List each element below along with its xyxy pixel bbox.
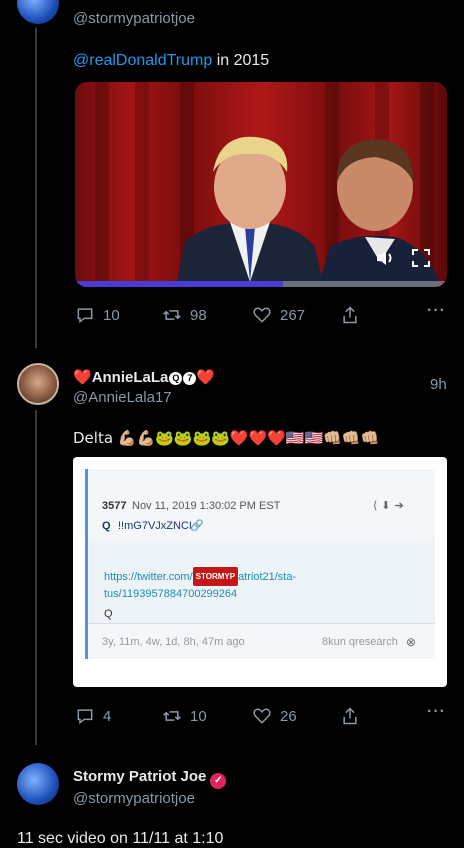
- tweet3-author-name[interactable]: Stormy Patriot Joe ✓: [73, 768, 227, 789]
- post-author: Q: [102, 520, 111, 532]
- tweet1-text-rest: in 2015: [212, 52, 270, 69]
- mention-link[interactable]: @realDonaldTrump: [73, 52, 212, 69]
- card-url[interactable]: https://twitter.com/STORMYP atriot21/sta-…: [104, 567, 296, 603]
- share-button-2[interactable]: [340, 706, 360, 726]
- card-inner: 3577 Nov 11, 2019 1:30:02 PM EST Q !!mG7…: [85, 469, 435, 659]
- reply-button[interactable]: 10: [75, 305, 120, 325]
- close-icon[interactable]: ⊗: [406, 635, 416, 649]
- tweet2-handle[interactable]: @AnnieLala17: [73, 389, 172, 406]
- reply-icon: [77, 709, 93, 725]
- like-count-2: 26: [280, 707, 297, 725]
- tweet2-text: Delta 💪🏼💪🏼🐸🐸🐸🐸❤️❤️❤️🇺🇸🇺🇸👊🏼👊🏼👊🏼: [73, 429, 380, 447]
- heart-icon: [253, 307, 271, 323]
- thread-line-middle: [35, 410, 37, 745]
- post-number: 3577: [102, 500, 127, 512]
- tweet3-text: 11 sec video on 11/11 at 1:10: [17, 830, 224, 847]
- tweet1-handle[interactable]: @stormypatriotjoe: [73, 10, 195, 27]
- retweet-icon: [163, 310, 181, 320]
- retweet-button-2[interactable]: 10: [162, 706, 207, 726]
- retweet-icon: [163, 711, 181, 721]
- video-progress-fill: [75, 281, 284, 287]
- share-icon: [343, 306, 357, 324]
- tweet3-handle[interactable]: @stormypatriotjoe: [73, 790, 195, 807]
- heart-icon: [253, 708, 271, 724]
- tweet2-time[interactable]: 9h: [430, 376, 447, 393]
- avatar-stormy-bottom[interactable]: [17, 763, 59, 805]
- retweet-count: 98: [190, 306, 207, 324]
- reply-count: 10: [103, 306, 120, 324]
- tweet2-author-name[interactable]: ❤️AnnieLaLa Q 7 ❤️: [73, 368, 215, 386]
- tweet2-name-text: AnnieLaLa: [91, 369, 169, 386]
- reply-icon: [77, 308, 93, 324]
- badge-7: 7: [183, 372, 197, 385]
- share-button[interactable]: [340, 305, 360, 325]
- card-action-icons[interactable]: ⟨⬇➔: [373, 499, 408, 512]
- reply-count-2: 4: [103, 707, 112, 725]
- stormyp-badge: STORMYP: [192, 567, 239, 586]
- video-progress-bar[interactable]: [75, 281, 447, 287]
- post-tripcode: !!mG7VJxZNCI: [118, 520, 192, 532]
- like-count: 267: [280, 306, 306, 324]
- thread-line-top: [35, 28, 37, 348]
- tweet1-text: @realDonaldTrump in 2015: [73, 52, 269, 70]
- more-options-button[interactable]: ···: [427, 302, 446, 320]
- tweet3-name-text: Stormy Patriot Joe: [73, 768, 207, 785]
- like-button[interactable]: 267: [252, 305, 305, 325]
- link-icon[interactable]: 🔗: [190, 519, 204, 532]
- retweet-button[interactable]: 98: [162, 305, 207, 325]
- badge-q: Q: [169, 372, 183, 385]
- reply-button-2[interactable]: 4: [75, 706, 111, 726]
- q-signature: Q: [104, 608, 113, 620]
- share-icon: [343, 707, 357, 725]
- more-options-button-2[interactable]: ···: [427, 703, 446, 721]
- post-age: 3y, 11m, 4w, 1d, 8h, 47m ago: [102, 636, 245, 648]
- url-suffix: atriot21/sta-: [238, 571, 297, 583]
- fullscreen-icon[interactable]: [412, 249, 430, 272]
- volume-icon[interactable]: [375, 248, 397, 273]
- post-date: Nov 11, 2019 1:30:02 PM EST: [132, 500, 281, 512]
- post-source: 8kun qresearch: [322, 636, 398, 648]
- embedded-qpost-card[interactable]: 3577 Nov 11, 2019 1:30:02 PM EST Q !!mG7…: [73, 457, 447, 687]
- retweet-count-2: 10: [190, 707, 207, 725]
- verified-badge-icon: ✓: [210, 773, 227, 789]
- like-button-2[interactable]: 26: [252, 706, 297, 726]
- heart-fire-emoji-right: ❤️: [196, 368, 216, 386]
- avatar-stormy-top[interactable]: [17, 0, 59, 24]
- card-footer: 3y, 11m, 4w, 1d, 8h, 47m ago 8kun qresea…: [88, 623, 435, 659]
- heart-fire-emoji-left: ❤️: [73, 368, 92, 386]
- url-prefix: https://twitter.com/: [104, 571, 193, 583]
- url-line2: tus/1193957884700299264: [104, 588, 238, 600]
- video-player[interactable]: [75, 82, 447, 287]
- avatar-annie[interactable]: [17, 363, 59, 405]
